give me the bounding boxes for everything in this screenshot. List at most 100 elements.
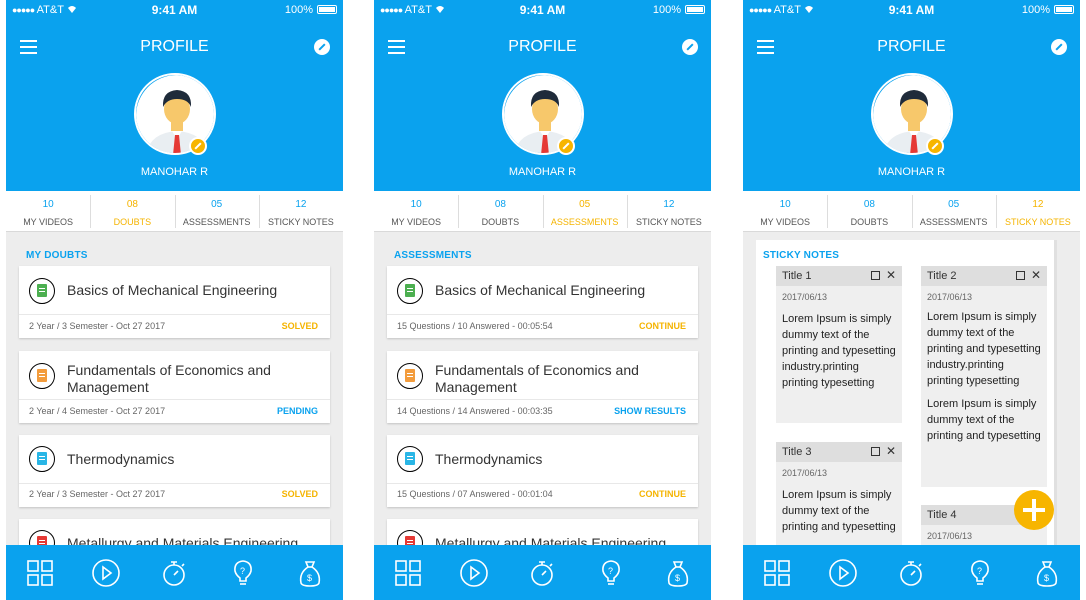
tab-my-videos[interactable]: 10 MY VIDEOS: [743, 191, 827, 231]
edit-icon[interactable]: [871, 271, 880, 280]
avatar-edit-icon[interactable]: [557, 137, 575, 155]
avatar-edit-icon[interactable]: [189, 137, 207, 155]
edit-profile-icon[interactable]: [314, 39, 330, 55]
document-icon: [397, 278, 423, 304]
tab-assessments[interactable]: 05 ASSESSMENTS: [911, 191, 996, 231]
tab-sticky-notes[interactable]: 12 STICKY NOTES: [995, 191, 1080, 231]
scrollbar[interactable]: [1054, 240, 1057, 545]
document-icon: [29, 278, 55, 304]
tab-my-videos[interactable]: 10 MY VIDEOS: [374, 191, 458, 231]
document-icon: [29, 363, 55, 389]
profile-header: ●●●●● AT&T 9:41 AM 100% PROFILE MANOHAR …: [743, 0, 1080, 191]
lightbulb-icon[interactable]: ?: [598, 559, 624, 587]
document-icon: [29, 446, 55, 472]
stopwatch-icon[interactable]: [161, 559, 187, 587]
dashboard-grid-icon[interactable]: [764, 559, 790, 587]
svg-text:$: $: [1044, 573, 1049, 583]
money-bag-icon[interactable]: $: [297, 559, 323, 587]
play-icon[interactable]: [91, 559, 121, 587]
list-item[interactable]: Fundamentals of Economics and Management…: [19, 351, 330, 423]
dashboard-grid-icon[interactable]: [27, 559, 53, 587]
battery-icon: [1054, 5, 1074, 14]
edit-icon[interactable]: [1016, 271, 1025, 280]
note-body: Lorem Ipsum is simply dummy text of the …: [927, 398, 1041, 442]
profile-header: ●●●●● AT&T 9:41 AM 100% PROFILE MANOHAR …: [6, 0, 343, 191]
status-bar: ●●●●● AT&T 9:41 AM 100%: [374, 0, 711, 20]
tab-assessments[interactable]: 05 ASSESSMENTS: [542, 191, 627, 231]
close-icon[interactable]: ✕: [1031, 268, 1041, 282]
item-title: Basics of Mechanical Engineering: [435, 282, 646, 298]
list-item[interactable]: Thermodynamics 2 Year / 3 Semester - Oct…: [19, 435, 330, 507]
add-note-button[interactable]: [1014, 490, 1054, 530]
lightbulb-icon[interactable]: ?: [967, 559, 993, 587]
list-item[interactable]: Basics of Mechanical Engineering 15 Ques…: [387, 266, 698, 338]
stat-count: 05: [211, 199, 223, 210]
close-icon[interactable]: ✕: [886, 268, 896, 282]
profile-header: ●●●●● AT&T 9:41 AM 100% PROFILE MANOHAR …: [374, 0, 711, 191]
sticky-note[interactable]: Title 1 ✕ 2017/06/13 Lorem Ipsum is simp…: [776, 266, 902, 423]
screen-assessments: ●●●●● AT&T 9:41 AM 100% PROFILE MANOHAR …: [374, 0, 711, 600]
note-body: Lorem Ipsum is simply dummy text of the …: [782, 313, 896, 389]
stat-label: MY VIDEOS: [760, 217, 811, 227]
stats-tabs: 10 MY VIDEOS 08 DOUBTS 05 ASSESSMENTS 12 STI…: [6, 191, 343, 232]
list-item[interactable]: Thermodynamics 15 Questions / 07 Answere…: [387, 435, 698, 507]
battery-label: 100%: [284, 4, 313, 16]
continue-button[interactable]: CONTINUE: [639, 489, 686, 499]
stat-count: 10: [779, 199, 791, 210]
item-meta: 2 Year / 4 Semester - Oct 27 2017: [29, 406, 166, 416]
stat-count: 10: [42, 199, 54, 210]
svg-text:$: $: [307, 573, 312, 583]
sticky-note[interactable]: Title 3 ✕ 2017/06/13 Lorem Ipsum is simp…: [776, 442, 902, 545]
section-title: MY DOUBTS: [26, 250, 88, 261]
status-badge: SOLVED: [281, 489, 318, 499]
stat-count: 12: [1032, 199, 1044, 210]
stopwatch-icon[interactable]: [898, 559, 924, 587]
status-bar: ●●●●● AT&T 9:41 AM 100%: [743, 0, 1080, 20]
note-title: Title 1: [782, 270, 812, 282]
screen-doubts: ●●●●● AT&T 9:41 AM 100% PROFILE MANOHAR …: [6, 0, 343, 600]
sticky-note[interactable]: Title 2 ✕ 2017/06/13 Lorem Ipsum is simp…: [921, 266, 1047, 487]
list-item[interactable]: Basics of Mechanical Engineering 2 Year …: [19, 266, 330, 338]
list-item[interactable]: Fundamentals of Economics and Management…: [387, 351, 698, 423]
svg-text:?: ?: [240, 566, 245, 576]
stat-label: STICKY NOTES: [1004, 217, 1071, 227]
note-title: Title 3: [782, 446, 812, 458]
edit-icon[interactable]: [871, 447, 880, 456]
avatar-edit-icon[interactable]: [926, 137, 944, 155]
item-meta: 15 Questions / 07 Answered - 00:01:04: [397, 489, 553, 499]
play-icon[interactable]: [459, 559, 489, 587]
screen-sticky-notes: ●●●●● AT&T 9:41 AM 100% PROFILE MANOHAR …: [743, 0, 1080, 600]
stopwatch-icon[interactable]: [529, 559, 555, 587]
page-title: PROFILE: [877, 38, 946, 55]
item-title: Thermodynamics: [435, 451, 543, 467]
tab-doubts[interactable]: 08 DOUBTS: [458, 191, 542, 231]
svg-text:$: $: [675, 573, 680, 583]
tab-assessments[interactable]: 05 ASSESSMENTS: [174, 191, 259, 231]
item-meta: 14 Questions / 14 Answered - 00:03:35: [397, 406, 553, 416]
stat-label: ASSESSMENTS: [550, 217, 619, 227]
tab-my-videos[interactable]: 10 MY VIDEOS: [6, 191, 90, 231]
edit-profile-icon[interactable]: [682, 39, 698, 55]
edit-profile-icon[interactable]: [1051, 39, 1067, 55]
tab-sticky-notes[interactable]: 12 STICKY NOTES: [258, 191, 343, 231]
tab-sticky-notes[interactable]: 12 STICKY NOTES: [626, 191, 711, 231]
money-bag-icon[interactable]: $: [665, 559, 691, 587]
lightbulb-icon[interactable]: ?: [230, 559, 256, 587]
note-body: Lorem Ipsum is simply dummy text of the …: [927, 311, 1041, 387]
bottom-nav: ? $: [743, 545, 1080, 600]
play-icon[interactable]: [828, 559, 858, 587]
close-icon[interactable]: ✕: [886, 444, 896, 458]
tab-doubts[interactable]: 08 DOUBTS: [90, 191, 174, 231]
tab-doubts[interactable]: 08 DOUBTS: [827, 191, 911, 231]
continue-button[interactable]: CONTINUE: [639, 321, 686, 331]
dashboard-grid-icon[interactable]: [395, 559, 421, 587]
status-badge: SOLVED: [281, 321, 318, 331]
battery-label: 100%: [1021, 4, 1050, 16]
stat-label: MY VIDEOS: [23, 217, 74, 227]
money-bag-icon[interactable]: $: [1034, 559, 1060, 587]
stat-label: DOUBTS: [113, 217, 152, 227]
status-badge: PENDING: [276, 406, 318, 416]
show-results-button[interactable]: SHOW RESULTS: [614, 406, 686, 416]
note-date: 2017/06/13: [927, 292, 973, 302]
battery-icon: [317, 5, 337, 14]
